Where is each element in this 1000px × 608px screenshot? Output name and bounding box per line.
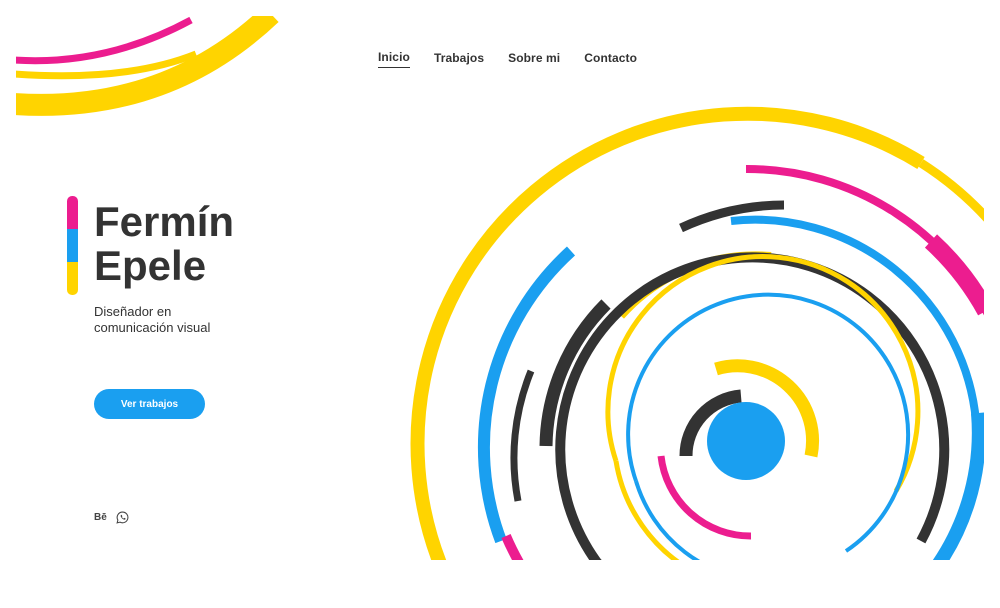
- whatsapp-icon[interactable]: [116, 511, 129, 524]
- nav-item-sobre-mi[interactable]: Sobre mi: [508, 51, 560, 68]
- hero-title: Fermín Epele: [94, 200, 234, 288]
- hero-title-line2: Epele: [94, 242, 207, 289]
- ring-blue-outer-right-b: [932, 412, 984, 560]
- main-nav: Inicio Trabajos Sobre mi Contacto: [378, 50, 661, 68]
- brand-bar-magenta: [67, 196, 78, 229]
- hero-subtitle: Diseñador en comunicación visual: [94, 304, 210, 336]
- behance-icon[interactable]: Bē: [94, 512, 107, 523]
- nav-item-contacto[interactable]: Contacto: [584, 51, 637, 68]
- ring-magenta-outer-b: [924, 234, 984, 316]
- brand-color-bar: [67, 196, 78, 295]
- page: Inicio Trabajos Sobre mi Contacto Fermín…: [0, 0, 1000, 608]
- site-frame: Inicio Trabajos Sobre mi Contacto Fermín…: [16, 16, 984, 560]
- ring-yellow-outer-2: [918, 159, 984, 222]
- nav-item-inicio[interactable]: Inicio: [378, 50, 410, 68]
- nav-item-trabajos[interactable]: Trabajos: [434, 51, 484, 68]
- top-left-magenta-arc: [16, 16, 193, 65]
- hero-subtitle-line1: Diseñador en: [94, 304, 172, 319]
- social-links: Bē: [94, 511, 129, 524]
- hero-title-line1: Fermín: [94, 198, 235, 245]
- center-dot: [707, 402, 785, 480]
- ring-magenta-bottom-left: [501, 534, 524, 560]
- hero-subtitle-line2: comunicación visual: [94, 320, 211, 335]
- brand-bar-yellow: [67, 262, 78, 295]
- brand-bar-blue: [67, 229, 78, 262]
- ver-trabajos-button[interactable]: Ver trabajos: [94, 389, 205, 419]
- ring-dark-left-thin: [510, 369, 535, 502]
